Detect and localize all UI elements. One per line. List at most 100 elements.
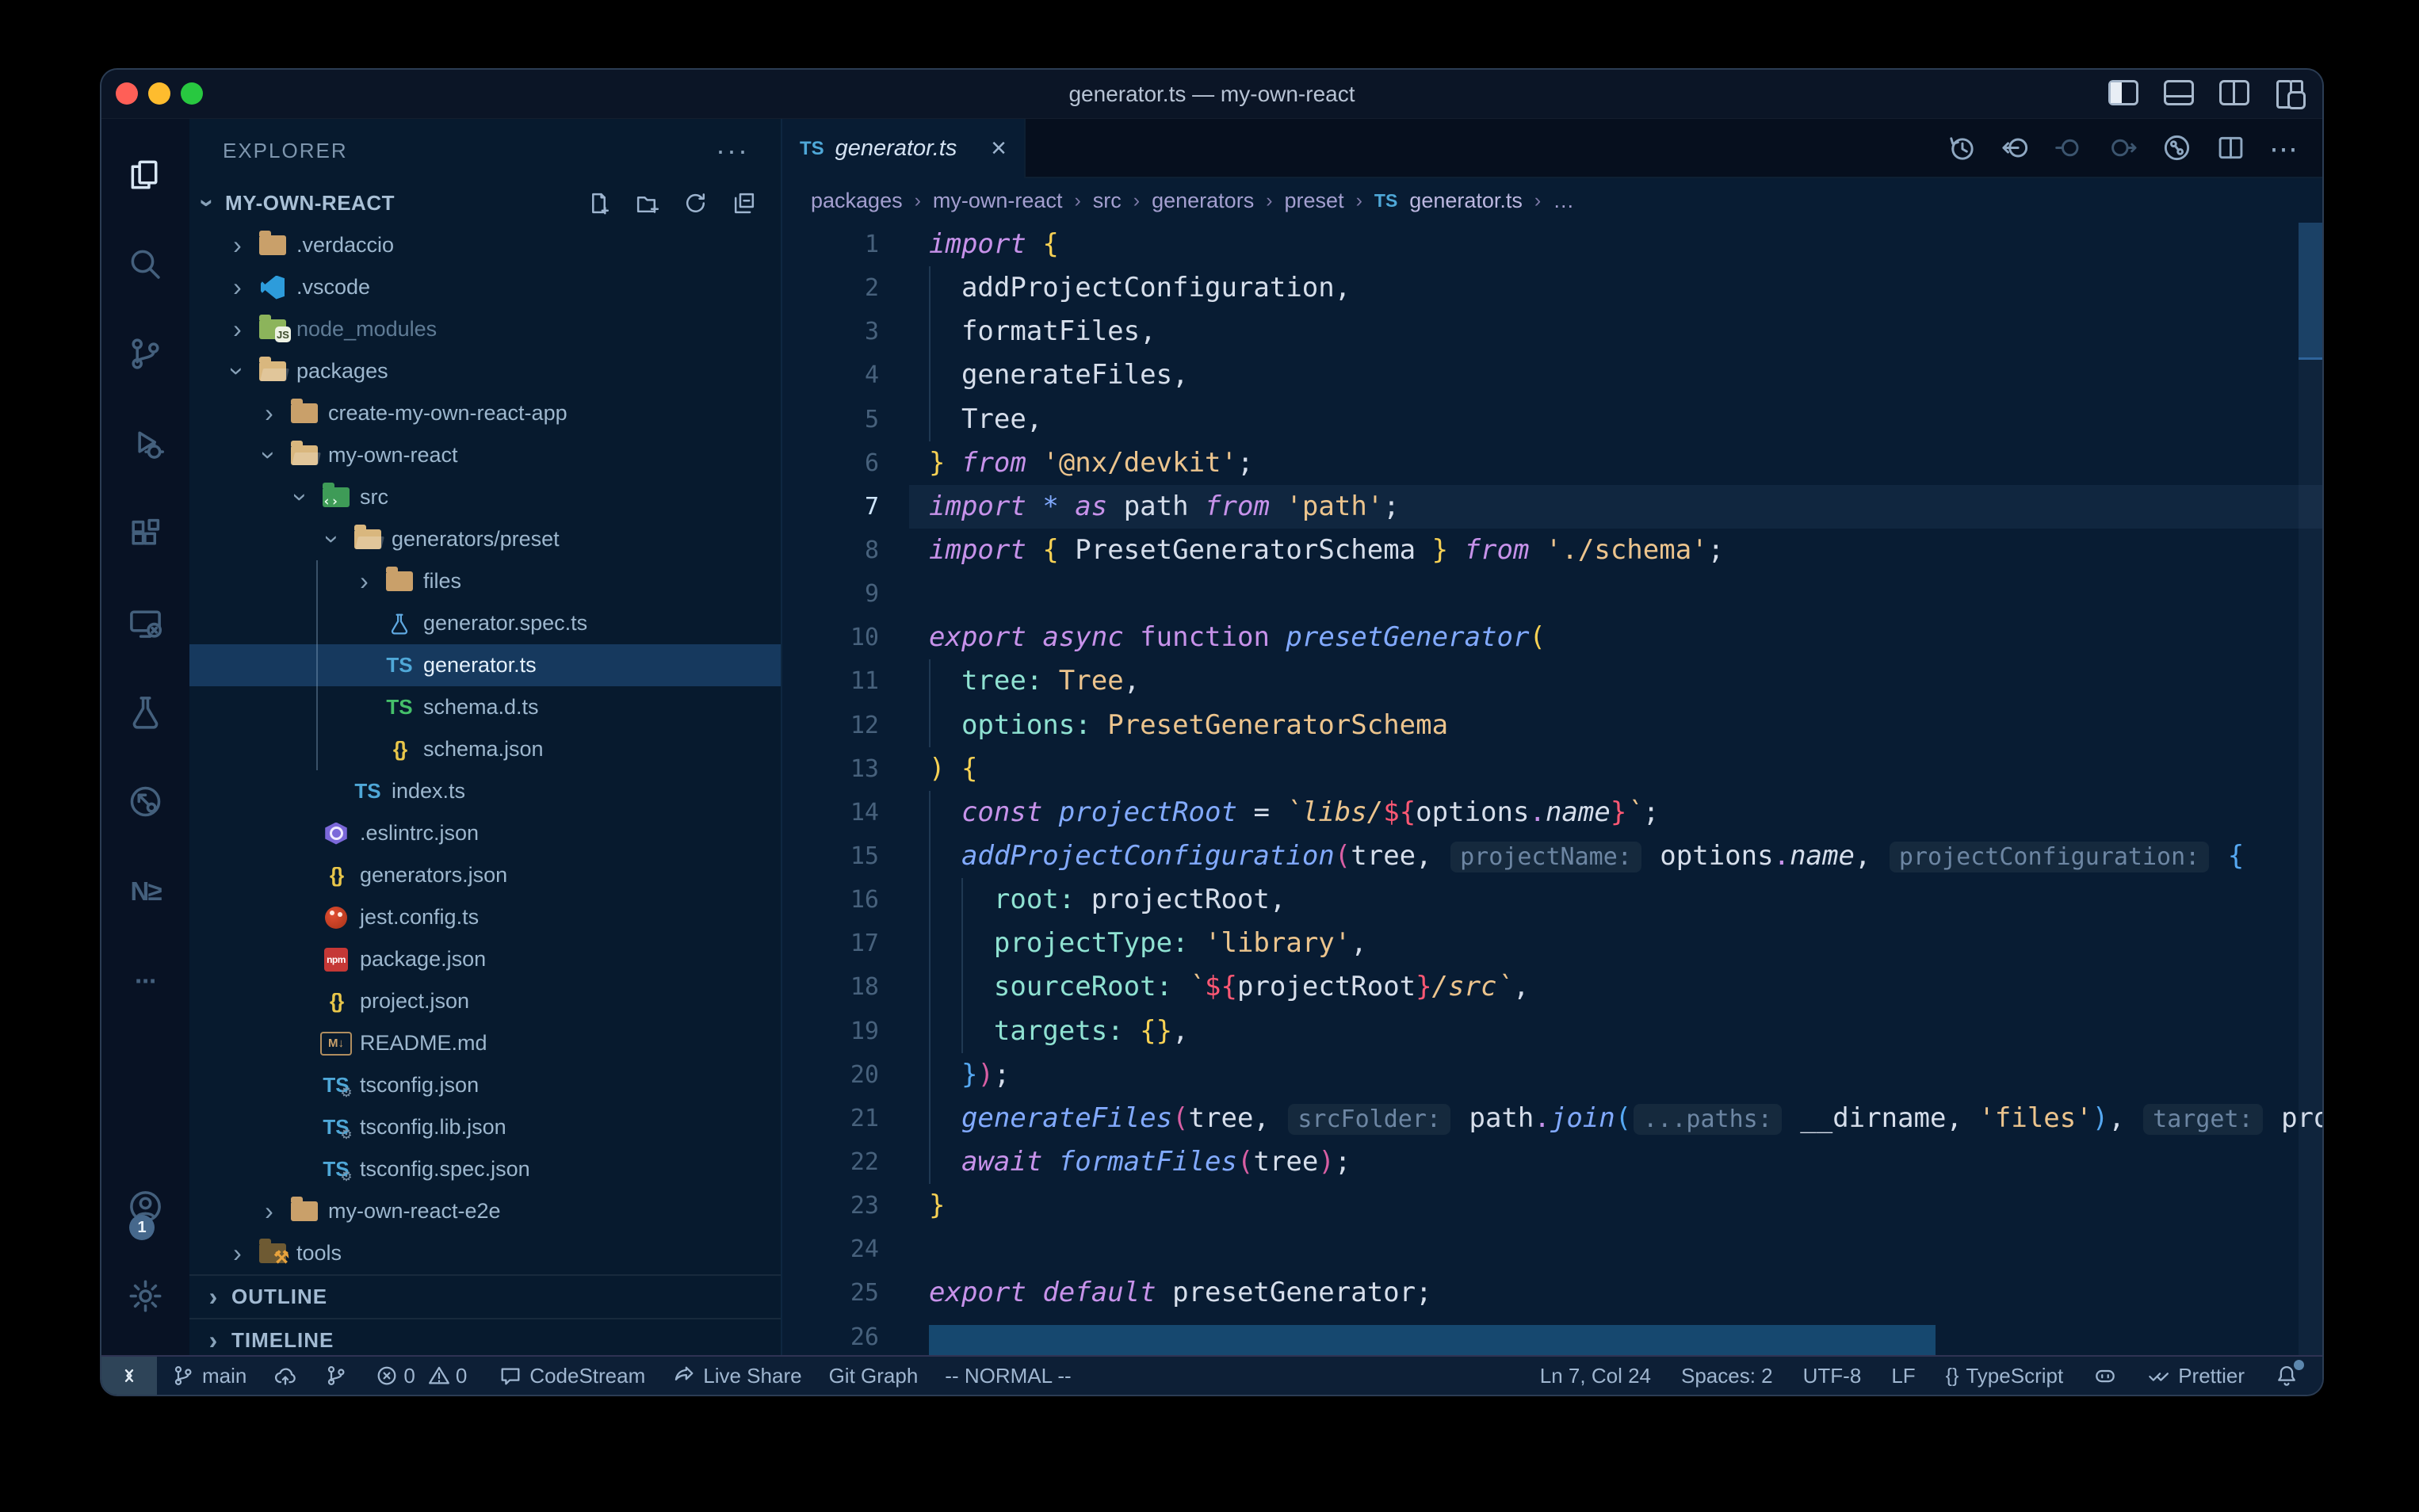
scrollbar-thumb[interactable] [2299, 223, 2322, 360]
line-number[interactable]: 4 [782, 353, 909, 397]
previous-change-icon[interactable] [2054, 132, 2085, 163]
tree-item-index.ts[interactable]: TSindex.ts [189, 770, 781, 812]
vertical-scrollbar[interactable] [2299, 223, 2322, 1355]
line-number[interactable]: 12 [782, 704, 909, 747]
status-git-graph[interactable]: Git Graph [829, 1364, 919, 1388]
code-line-23[interactable]: 23} [782, 1184, 2322, 1228]
new-folder-icon[interactable] [634, 190, 660, 216]
line-number[interactable]: 21 [782, 1097, 909, 1140]
code-line-16[interactable]: 16 root: projectRoot, [782, 878, 2322, 922]
tree-item-.eslintrc.json[interactable]: .eslintrc.json [189, 812, 781, 854]
activity-item-accounts[interactable]: 1 [127, 1162, 164, 1251]
tree-item-tsconfig.spec.json[interactable]: TS⚙tsconfig.spec.json [189, 1148, 781, 1190]
code-line-7[interactable]: 7import * as path from 'path'; [782, 485, 2322, 529]
horizontal-scrollbar[interactable] [929, 1325, 1936, 1355]
code-line-10[interactable]: 10export async function presetGenerator( [782, 616, 2322, 659]
status-git-actions[interactable] [324, 1364, 348, 1388]
activity-item-nx-console[interactable]: N≥ [101, 846, 189, 936]
line-number[interactable]: 19 [782, 1010, 909, 1053]
code-line-9[interactable]: 9 [782, 572, 2322, 616]
section-outline[interactable]: ›OUTLINE [189, 1274, 781, 1318]
code-line-18[interactable]: 18 sourceRoot: `${projectRoot}/src`, [782, 965, 2322, 1009]
activity-item-settings[interactable] [127, 1251, 164, 1341]
status-git-branch[interactable]: main [171, 1364, 246, 1388]
line-number[interactable]: 11 [782, 659, 909, 703]
tree-item-package.json[interactable]: npmpackage.json [189, 938, 781, 980]
tree-item-tools[interactable]: ›⚒tools [189, 1232, 781, 1274]
line-number[interactable]: 17 [782, 922, 909, 965]
tree-item-.verdaccio[interactable]: ›.verdaccio [189, 224, 781, 266]
tree-item-my-own-react[interactable]: ›my-own-react [189, 434, 781, 476]
remote-indicator[interactable] [101, 1357, 157, 1395]
tree-item-schema.json[interactable]: {}schema.json [189, 728, 781, 770]
next-change-icon[interactable] [2108, 132, 2138, 163]
status-codestream[interactable]: CodeStream [499, 1364, 645, 1388]
line-number[interactable]: 5 [782, 398, 909, 441]
code-line-2[interactable]: 2 addProjectConfiguration, [782, 266, 2322, 310]
minimize-window-button[interactable] [148, 82, 170, 105]
activity-item-remote-explorer[interactable] [101, 578, 189, 667]
breadcrumb-overflow[interactable]: … [1553, 189, 1574, 213]
close-window-button[interactable] [116, 82, 138, 105]
activity-item-testing[interactable] [101, 667, 189, 757]
code-line-1[interactable]: 1import { [782, 223, 2322, 266]
breadcrumb-item-generators[interactable]: generators [1152, 189, 1254, 213]
tree-item-jest.config.ts[interactable]: jest.config.ts [189, 896, 781, 938]
source-control-action-icon[interactable] [2161, 132, 2192, 163]
activity-item-search[interactable] [101, 220, 189, 309]
refresh-explorer-icon[interactable] [682, 190, 709, 216]
line-number[interactable]: 23 [782, 1184, 909, 1228]
tree-item-create-my-own-react-app[interactable]: ›create-my-own-react-app [189, 392, 781, 434]
toggle-panel-icon[interactable] [2164, 80, 2194, 105]
breadcrumb-item-preset[interactable]: preset [1285, 189, 1344, 213]
code-line-8[interactable]: 8import { PresetGeneratorSchema } from '… [782, 529, 2322, 572]
line-number[interactable]: 1 [782, 223, 909, 266]
code-line-4[interactable]: 4 generateFiles, [782, 353, 2322, 397]
code-line-17[interactable]: 17 projectType: 'library', [782, 922, 2322, 965]
close-tab-icon[interactable]: × [991, 133, 1007, 164]
code-editor[interactable]: 1import {2 addProjectConfiguration,3 for… [782, 223, 2322, 1355]
code-line-21[interactable]: 21 generateFiles(tree, srcFolder: path.j… [782, 1097, 2322, 1140]
line-number[interactable]: 2 [782, 266, 909, 310]
status-copilot[interactable] [2093, 1364, 2117, 1388]
code-line-15[interactable]: 15 addProjectConfiguration(tree, project… [782, 834, 2322, 878]
tree-item-packages[interactable]: ›packages [189, 350, 781, 392]
line-number[interactable]: 15 [782, 834, 909, 878]
line-number[interactable]: 26 [782, 1315, 909, 1355]
code-line-22[interactable]: 22 await formatFiles(tree); [782, 1140, 2322, 1184]
code-line-13[interactable]: 13) { [782, 747, 2322, 791]
line-number[interactable]: 7 [782, 485, 909, 529]
tree-item-tsconfig.lib.json[interactable]: TS⚙tsconfig.lib.json [189, 1106, 781, 1148]
breadcrumb-item-packages[interactable]: packages [811, 189, 903, 213]
code-line-20[interactable]: 20 }); [782, 1053, 2322, 1097]
status-vim-mode[interactable]: -- NORMAL -- [945, 1364, 1071, 1388]
tree-item-files[interactable]: ›files [189, 560, 781, 602]
activity-item-source-control[interactable] [101, 309, 189, 399]
line-number[interactable]: 16 [782, 878, 909, 922]
line-number[interactable]: 3 [782, 310, 909, 353]
status-eol[interactable]: LF [1891, 1364, 1915, 1388]
activity-item-extensions[interactable] [101, 488, 189, 578]
navigate-back-icon[interactable] [2000, 132, 2031, 163]
status-notifications[interactable] [2275, 1364, 2299, 1388]
breadcrumb-item-src[interactable]: src [1093, 189, 1122, 213]
tree-item-schema.d.ts[interactable]: TSschema.d.ts [189, 686, 781, 728]
status-cursor-position[interactable]: Ln 7, Col 24 [1540, 1364, 1651, 1388]
split-editor-icon[interactable] [2215, 132, 2246, 163]
line-number[interactable]: 10 [782, 616, 909, 659]
line-number[interactable]: 9 [782, 572, 909, 616]
code-line-11[interactable]: 11 tree: Tree, [782, 659, 2322, 703]
activity-item-more-views[interactable]: ··· [101, 936, 189, 1025]
explorer-more-actions-icon[interactable]: ··· [716, 134, 749, 167]
tree-item-my-own-react-e2e[interactable]: ›my-own-react-e2e [189, 1190, 781, 1232]
local-history-icon[interactable] [1946, 132, 1977, 163]
zoom-window-button[interactable] [181, 82, 203, 105]
tree-item-tsconfig.json[interactable]: TS⚙tsconfig.json [189, 1064, 781, 1106]
code-line-3[interactable]: 3 formatFiles, [782, 310, 2322, 353]
breadcrumb-file[interactable]: generator.ts [1409, 189, 1523, 213]
customize-layout-icon[interactable] [2275, 80, 2305, 105]
more-actions-icon[interactable]: ⋯ [2269, 132, 2300, 163]
status-live-share[interactable]: Live Share [672, 1364, 801, 1388]
tree-item-.vscode[interactable]: ›.vscode [189, 266, 781, 308]
tree-item-project.json[interactable]: {}project.json [189, 980, 781, 1022]
